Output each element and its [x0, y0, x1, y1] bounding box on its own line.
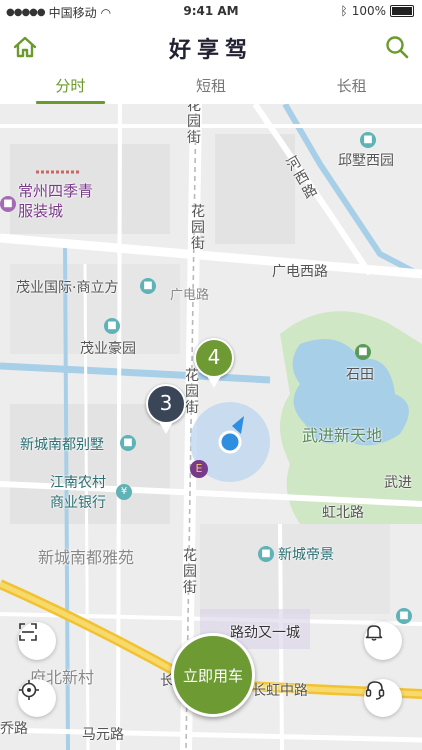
street-label: 花园街 [187, 104, 201, 146]
map-label: 邱墅西园 [338, 153, 394, 169]
notification-button[interactable] [364, 622, 402, 660]
header: 好享驾 [0, 22, 422, 74]
shop-icon: ■ [0, 196, 16, 212]
poi-icon: ■ [120, 435, 136, 451]
scan-button[interactable] [18, 622, 56, 660]
tab-fenshi[interactable]: 分时 [0, 74, 141, 104]
vehicle-cluster-pin[interactable]: 3 [146, 384, 186, 434]
battery-percent: 100% [351, 4, 386, 18]
bell-icon [365, 625, 383, 641]
rent-now-button[interactable]: 立即用车 [171, 633, 255, 717]
customer-service-button[interactable] [364, 679, 402, 717]
bluetooth-icon: ᛒ [340, 4, 348, 18]
map-label: 武进新天地 [302, 426, 383, 445]
map-label: 虹北路 [322, 505, 364, 521]
vehicle-cluster-pin[interactable]: 4 [194, 338, 234, 388]
tab-changzu[interactable]: 长租 [281, 74, 422, 104]
map-label: 茂业豪园 [80, 341, 136, 357]
map-label: 长虹中路 [252, 683, 308, 699]
map-label: 广电路 [170, 288, 210, 303]
map-label: 路劲又一城 [230, 625, 300, 641]
map-label: 广电西路 [272, 264, 328, 280]
street-label: 花园街 [191, 204, 205, 252]
scan-icon [19, 623, 37, 641]
status-bar: ●●●●● 中国移动 ◠ 9:41 AM ᛒ 100% [0, 0, 422, 22]
mode-tabs: 分时 短租 长租 [0, 74, 422, 105]
map-label: 新城南都雅苑 [38, 548, 135, 567]
app-title: 好享驾 [168, 38, 253, 63]
poi-icon: ■ [360, 132, 376, 148]
search-icon[interactable] [384, 34, 410, 60]
poi-icon: ■ [396, 608, 412, 624]
map-label: 乔路 [0, 721, 28, 737]
park-icon: ■ [355, 344, 371, 360]
station-marker-icon[interactable]: E [190, 460, 208, 478]
map-label: 武进 [384, 475, 412, 491]
street-label: 花园街 [183, 548, 197, 596]
poi-icon: ■ [140, 278, 156, 294]
map-view[interactable]: 邱墅西园 ■ 常州四季青 服装城 ■ 广电西路 茂业国际·商立方 ■ 广电路 ■… [0, 104, 422, 750]
status-right: ᛒ 100% [340, 4, 414, 18]
map-label: 商业银行 [50, 495, 106, 511]
map-label: 茂业国际·商立方 [16, 280, 119, 296]
map-label: 常州四季青 [18, 182, 94, 200]
map-label: 石田 [346, 367, 374, 383]
bank-icon: ¥ [116, 484, 132, 500]
locate-button[interactable] [18, 679, 56, 717]
map-label: 新城帝景 [278, 547, 334, 563]
locate-icon [19, 680, 39, 700]
tab-duanzu[interactable]: 短租 [141, 74, 282, 104]
battery-icon [390, 5, 414, 17]
map-label: 马元路 [82, 727, 124, 743]
map-label: 服装城 [18, 202, 64, 220]
headset-icon [365, 681, 385, 700]
poi-icon: ■ [104, 318, 120, 334]
map-label: 新城南都别墅 [20, 437, 104, 453]
poi-icon: ■ [258, 546, 274, 562]
street-label: 花园街 [185, 368, 199, 416]
map-label: 江南农村 [50, 475, 106, 491]
